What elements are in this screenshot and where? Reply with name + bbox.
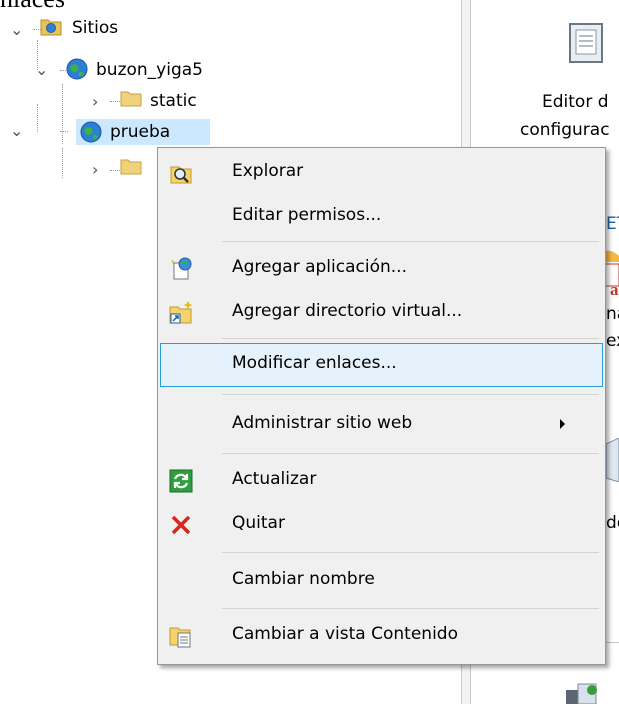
folder-icon <box>120 157 142 175</box>
content-view-icon <box>168 623 194 649</box>
menu-item-label: Cambiar nombre <box>232 569 375 589</box>
tree-item-static[interactable]: static <box>150 91 197 111</box>
globe-icon <box>80 121 102 143</box>
menu-item-agregar-directorio-virtual[interactable]: Agregar directorio virtual... <box>160 291 603 335</box>
sites-folder-icon <box>40 16 62 36</box>
right-pane-fragment-1: nas <box>606 304 619 324</box>
tree-item-prueba[interactable]: prueba <box>110 122 170 142</box>
menu-separator <box>222 608 599 609</box>
configuration-editor-icon[interactable] <box>568 22 604 64</box>
menu-item-modificar-enlaces[interactable]: Modificar enlaces... <box>160 343 603 387</box>
collapse-chevron-icon[interactable]: ⌄ <box>35 60 48 79</box>
server-icon-partial <box>564 680 604 705</box>
menu-item-agregar-aplicacion[interactable]: Agregar aplicación... <box>160 247 603 291</box>
divider <box>606 642 619 643</box>
right-pane-fragment-3: de <box>606 513 619 533</box>
add-virtual-directory-icon <box>168 300 194 326</box>
menu-item-label: Agregar directorio virtual... <box>232 301 463 321</box>
remove-icon <box>168 512 194 538</box>
context-menu: Explorar Editar permisos... Agregar apli… <box>157 147 606 665</box>
menu-separator <box>222 338 599 339</box>
add-application-icon <box>168 256 194 282</box>
menu-item-label: Cambiar a vista Contenido <box>232 624 458 644</box>
expand-chevron-icon[interactable]: › <box>92 160 98 179</box>
menu-item-actualizar[interactable]: Actualizar <box>160 459 603 503</box>
ab-badge: ab <box>610 280 619 299</box>
collapse-chevron-icon[interactable]: ⌄ <box>10 20 23 39</box>
right-pane-fragment-2: exio <box>606 331 619 351</box>
menu-item-explorar[interactable]: Explorar <box>160 151 603 195</box>
menu-item-label: Actualizar <box>232 469 317 489</box>
expand-chevron-icon[interactable]: › <box>92 92 98 111</box>
folder-icon <box>120 89 142 107</box>
menu-separator <box>222 394 599 395</box>
menu-item-label: Agregar aplicación... <box>232 257 407 277</box>
net-section-fragment: ET <box>606 214 619 234</box>
menu-item-label: Administrar sitio web <box>232 413 413 433</box>
refresh-icon <box>168 468 194 494</box>
menu-item-administrar-sitio-web[interactable]: Administrar sitio web <box>160 403 603 447</box>
menu-item-editar-permisos[interactable]: Editar permisos... <box>160 195 603 239</box>
menu-item-label: Editar permisos... <box>232 205 382 225</box>
menu-separator <box>222 552 599 553</box>
menu-item-label: Quitar <box>232 513 285 533</box>
tree-item-buzon-yiga5[interactable]: buzon_yiga5 <box>96 60 203 80</box>
menu-item-label: Explorar <box>232 161 304 181</box>
document-icon-partial <box>605 437 619 483</box>
globe-icon <box>66 58 88 80</box>
menu-separator <box>222 453 599 454</box>
tree-item-sitios[interactable]: Sitios <box>72 18 118 38</box>
configuration-editor-label-line2: configurac <box>520 120 610 140</box>
configuration-editor-label-line1: Editor d <box>542 92 609 112</box>
collapse-chevron-icon[interactable]: ⌄ <box>10 121 23 140</box>
menu-item-label: Modificar enlaces... <box>232 353 397 373</box>
submenu-arrow-icon <box>560 419 565 429</box>
menu-item-cambiar-a-vista-contenido[interactable]: Cambiar a vista Contenido <box>160 614 603 658</box>
menu-item-quitar[interactable]: Quitar <box>160 503 603 547</box>
menu-separator <box>222 241 599 242</box>
explore-icon <box>168 160 194 186</box>
menu-item-cambiar-nombre[interactable]: Cambiar nombre <box>160 559 603 603</box>
